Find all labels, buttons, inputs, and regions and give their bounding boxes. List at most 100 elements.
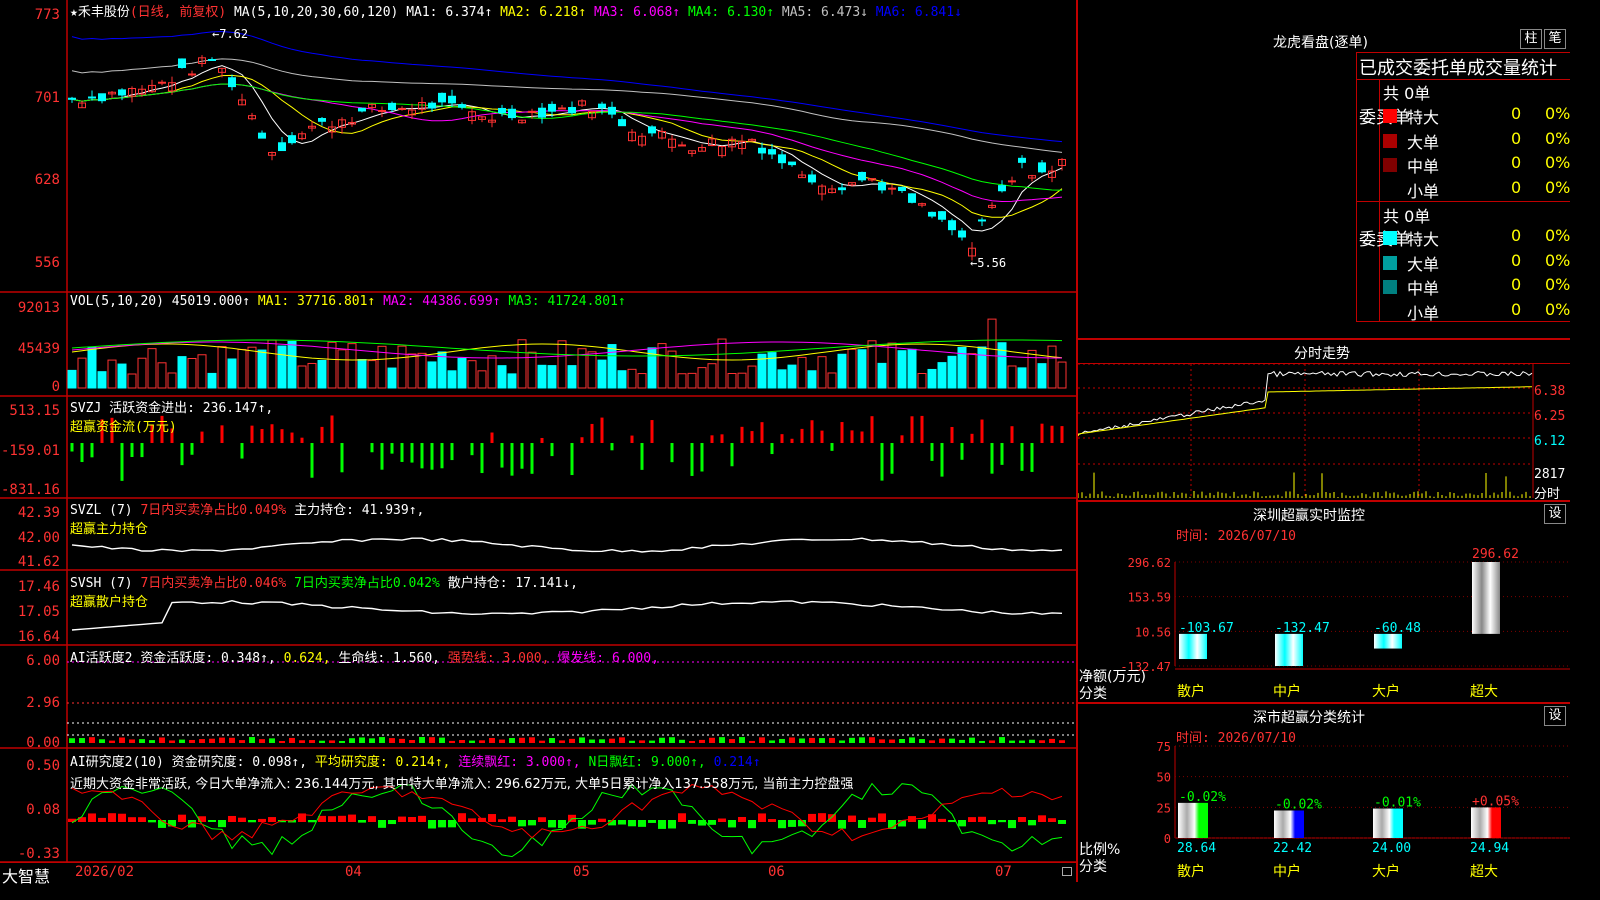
activity-bar [889, 739, 895, 743]
high-mark: ←7.62 [212, 27, 249, 41]
volume-bar [247, 346, 257, 389]
activity-bar [939, 738, 945, 743]
volume-bar [207, 372, 217, 389]
ai1-header: AI活跃度2 资金活跃度: 0.348↑, 0.624, 生命线: 1.560,… [70, 647, 659, 666]
activity-bar [609, 738, 615, 743]
volume-bar [937, 362, 947, 389]
activity-bar [369, 738, 375, 743]
activity-bar [1009, 740, 1015, 743]
sz-monitor-settings-button[interactable]: 设 [1544, 504, 1566, 524]
fund-bar [190, 443, 194, 455]
buy-color-swatch [1383, 109, 1397, 123]
sz-stats-title: 深市超赢分类统计 [1253, 710, 1365, 726]
sz-stats-ratio-label: 24.00 [1372, 841, 1411, 856]
candle-body [498, 107, 506, 114]
activity-bar [409, 739, 415, 743]
vol-tick: 45439 [17, 341, 60, 357]
sell-row-count: 0 [1511, 226, 1522, 245]
research-bar [848, 815, 856, 822]
candle-body [98, 93, 106, 102]
research-bar [588, 820, 596, 825]
chart-mode[interactable]: (日线, 前复权) [130, 5, 226, 20]
volume-bar [657, 343, 667, 389]
brand-logo[interactable]: 大智慧 [2, 863, 50, 887]
research-bar [978, 816, 986, 822]
sz-stats-settings-button[interactable]: 设 [1544, 706, 1566, 726]
activity-bar [129, 739, 135, 743]
volume-bar [967, 353, 977, 389]
main-chart-area[interactable] [0, 0, 1076, 882]
research-bar [658, 820, 666, 829]
research-bar [408, 816, 416, 822]
volume-chart[interactable] [67, 318, 1067, 389]
fund-bar [1060, 426, 1064, 443]
volume-bar [417, 352, 427, 389]
fund-bar [940, 443, 944, 477]
candle-body [88, 96, 96, 99]
activity-bar [569, 738, 575, 743]
volume-bar [1047, 345, 1057, 389]
volume-bar [567, 365, 577, 389]
svsh-ratio-a: 7日内买卖净占比0.046% [140, 576, 287, 591]
sell-row-pct: 0% [1545, 299, 1570, 319]
volume-bar [257, 349, 267, 389]
sell-row-name: 大单 [1407, 254, 1440, 274]
activity-bar [679, 739, 685, 743]
fund-bar [580, 437, 584, 443]
research-bar [438, 820, 446, 828]
activity-bar [69, 738, 75, 743]
volume-bar [777, 369, 787, 389]
stats-tabs[interactable]: 已成交委托单成交量统计 [1359, 54, 1557, 80]
fund-bar [850, 430, 854, 443]
volume-bar [237, 348, 247, 389]
candle-body [68, 97, 76, 100]
activity-bar [859, 737, 865, 743]
fund-bar [510, 443, 514, 476]
fund-bar [610, 443, 614, 451]
activity-bar [1049, 738, 1055, 743]
volume-bar [877, 362, 887, 389]
candle-body [858, 171, 866, 181]
volume-bar [917, 372, 927, 389]
candle-body [778, 154, 786, 164]
activity-bar [179, 739, 185, 743]
research-bar [498, 819, 506, 822]
activity-bar [399, 738, 405, 743]
fund-bar [950, 426, 954, 443]
volume-bar [587, 351, 597, 389]
candle-body [758, 147, 766, 154]
candle-body [648, 126, 656, 134]
fund-bar [1030, 443, 1034, 472]
fund-bar [780, 434, 784, 443]
research-bar [958, 820, 966, 827]
star-icon[interactable]: ★ [70, 5, 78, 20]
research-bar [268, 817, 276, 822]
research-bar [1038, 815, 1046, 822]
svzj-header: SVZJ 活跃资金进出: 236.147↑, 超赢资金流(万元) [70, 397, 273, 435]
candlestick-chart[interactable] [68, 30, 1066, 261]
sz-stats-change-label: -0.01% [1374, 796, 1421, 811]
research-bar [748, 820, 756, 829]
volume-bar [367, 360, 377, 389]
volume-bar [707, 363, 717, 389]
ma-line [71, 83, 1063, 191]
lock-icon[interactable] [1062, 867, 1072, 876]
candle-body [538, 107, 546, 118]
volume-bar [337, 349, 347, 389]
sz-stats-y-tick: 50 [1157, 771, 1171, 785]
bar-mode-button[interactable]: 柱 [1520, 29, 1542, 49]
activity-bar [1039, 740, 1045, 743]
volume-bar [137, 357, 147, 389]
candle-body [608, 106, 616, 115]
volume-bar [327, 341, 337, 389]
ai2-note: 近期大资金非常活跃, 今日大单净流入: 236.144万元, 其中特大单净流入:… [70, 777, 854, 792]
candle-body [278, 142, 286, 152]
intraday-chart[interactable] [1078, 364, 1570, 500]
volume-bar [847, 348, 857, 389]
volume-bar [107, 359, 117, 389]
pen-mode-button[interactable]: 笔 [1544, 29, 1566, 49]
research-bar [98, 817, 106, 822]
ai2-header: AI研究度2(10) 资金研究度: 0.098↑, 平均研究度: 0.214↑,… [70, 751, 853, 792]
activity-bar [219, 737, 225, 743]
sz-monitor-bar [1275, 633, 1303, 666]
